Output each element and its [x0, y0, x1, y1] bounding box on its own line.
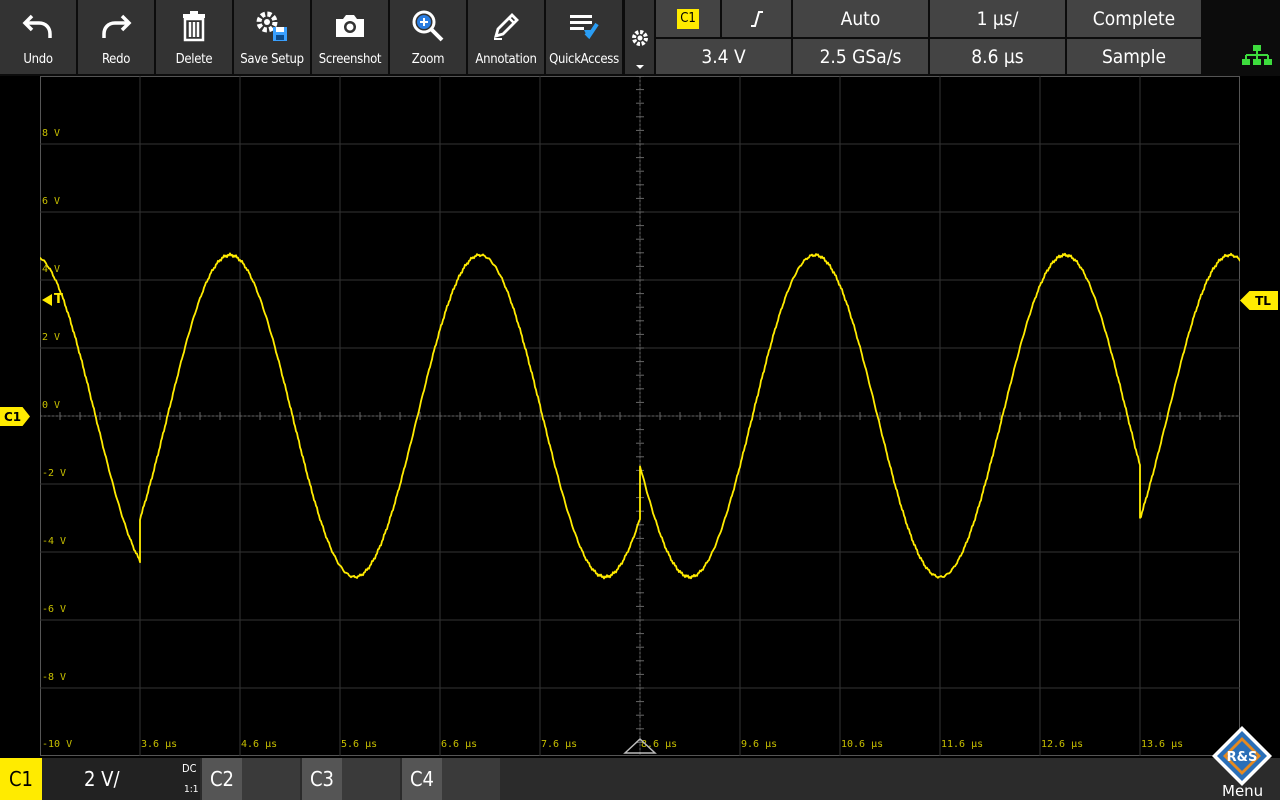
- x-label: 10.6 µs: [841, 739, 884, 750]
- undo-label: Undo: [23, 52, 53, 67]
- x-label: 12.6 µs: [1041, 739, 1084, 750]
- x-label: 6.6 µs: [441, 739, 478, 750]
- x-label: 4.6 µs: [241, 739, 278, 750]
- pen-icon: [486, 8, 526, 44]
- save-setup-icon: [252, 8, 292, 44]
- trigger-slope-cell[interactable]: [722, 0, 791, 37]
- x-label: 9.6 µs: [741, 739, 778, 750]
- c1-settings[interactable]: 2 V/ DC 1:1: [42, 758, 200, 800]
- camera-icon: [330, 8, 370, 44]
- channel-bar: C1 2 V/ DC 1:1 C2 C3 C4 R&S Menu: [0, 726, 1280, 800]
- trigger-mode-cell[interactable]: Auto: [793, 0, 928, 37]
- c3-settings[interactable]: [342, 758, 400, 800]
- c4-tab[interactable]: C4: [402, 758, 442, 800]
- annotation-button[interactable]: Annotation: [468, 0, 544, 74]
- c2-settings[interactable]: [242, 758, 300, 800]
- y-label: -10 V: [42, 739, 73, 750]
- screenshot-button[interactable]: Screenshot: [312, 0, 388, 74]
- menu-button[interactable]: R&S Menu: [1204, 720, 1280, 800]
- c1-probe-ratio: 1:1: [184, 784, 199, 795]
- c1-offset-marker[interactable]: C1: [0, 407, 30, 426]
- c1-scale: 2 V/: [84, 767, 120, 791]
- zoom-button[interactable]: Zoom: [390, 0, 466, 74]
- c3-tab[interactable]: C3: [302, 758, 342, 800]
- chevron-down-icon: [636, 65, 644, 69]
- y-label: 8 V: [42, 128, 61, 139]
- quick-access-icon: [564, 8, 604, 44]
- trigger-marker-label: T: [54, 292, 63, 307]
- toolbar: Undo Redo Delete Save Setup Screenshot Z…: [0, 0, 1280, 76]
- y-label: -4 V: [42, 536, 67, 547]
- c1-tab[interactable]: C1: [0, 758, 42, 800]
- y-label: 2 V: [42, 332, 61, 343]
- acquisition-state-cell[interactable]: Complete: [1067, 0, 1201, 37]
- trigger-position-cell[interactable]: 8.6 µs: [930, 39, 1065, 74]
- screenshot-label: Screenshot: [318, 52, 382, 67]
- x-label: 11.6 µs: [941, 739, 984, 750]
- y-label: 4 V: [42, 264, 61, 275]
- zoom-icon: [408, 8, 448, 44]
- timebase-cell[interactable]: 1 µs/: [930, 0, 1065, 37]
- c2-tab[interactable]: C2: [202, 758, 242, 800]
- save-setup-label: Save Setup: [240, 52, 304, 67]
- acquisition-mode-cell[interactable]: Sample: [1067, 39, 1201, 74]
- c1-coupling: DC: [182, 762, 197, 775]
- redo-label: Redo: [101, 52, 131, 67]
- redo-icon: [96, 8, 136, 44]
- trigger-source-badge: C1: [677, 8, 699, 29]
- toolbar-settings-button[interactable]: [625, 0, 654, 74]
- x-label: 3.6 µs: [141, 739, 178, 750]
- delete-button[interactable]: Delete: [156, 0, 232, 74]
- rs-logo-text: R&S: [1227, 750, 1258, 765]
- quick-access-button[interactable]: QuickAccess: [546, 0, 622, 74]
- delete-label: Delete: [175, 52, 213, 67]
- x-label: 7.6 µs: [541, 739, 578, 750]
- y-label: -6 V: [42, 604, 67, 615]
- undo-icon: [18, 8, 58, 44]
- menu-label: Menu: [1222, 782, 1264, 800]
- trigger-marker[interactable]: T: [42, 292, 63, 307]
- trigger-position-marker[interactable]: [623, 737, 657, 755]
- trigger-level-cell[interactable]: 3.4 V: [656, 39, 791, 74]
- quick-access-label: QuickAccess: [549, 52, 619, 67]
- left-triangle-icon: [42, 293, 52, 306]
- redo-button[interactable]: Redo: [78, 0, 154, 74]
- y-label: 0 V: [42, 400, 61, 411]
- y-label: -2 V: [42, 468, 67, 479]
- trigger-level-marker[interactable]: TL: [1240, 291, 1278, 310]
- sample-rate-cell[interactable]: 2.5 GSa/s: [793, 39, 928, 74]
- undo-button[interactable]: Undo: [0, 0, 76, 74]
- waveform-display[interactable]: [40, 76, 1240, 756]
- x-label: 5.6 µs: [341, 739, 378, 750]
- bottom-bar-empty: [502, 758, 1202, 800]
- y-label: 6 V: [42, 196, 61, 207]
- trigger-source-cell[interactable]: C1: [656, 0, 720, 37]
- rs-logo-icon: R&S: [1212, 726, 1272, 786]
- save-setup-button[interactable]: Save Setup: [234, 0, 310, 74]
- network-icon: [1242, 45, 1272, 65]
- y-label: -8 V: [42, 672, 67, 683]
- zoom-label: Zoom: [411, 52, 445, 67]
- gear-icon: [632, 30, 648, 46]
- x-label: 13.6 µs: [1141, 739, 1184, 750]
- annotation-label: Annotation: [475, 52, 537, 67]
- trash-icon: [174, 8, 214, 44]
- c4-settings[interactable]: [442, 758, 500, 800]
- rising-edge-icon: [750, 10, 763, 27]
